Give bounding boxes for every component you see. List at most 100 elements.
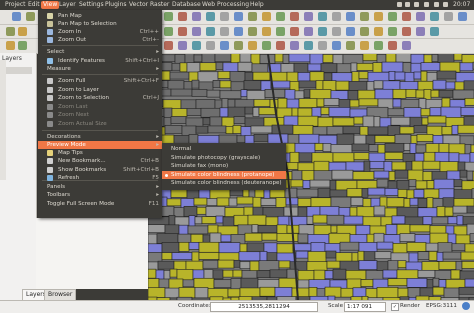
view-menu-item-show-bookmarks[interactable]: Show Bookmarks Shift+Ctrl+B [38,166,162,174]
clock[interactable]: 20:07 [453,1,470,9]
toolbar-button[interactable] [332,27,341,36]
toolbar-button[interactable] [178,41,187,50]
view-menu-item-toolbars[interactable]: Toolbars ▸ [38,191,162,199]
view-menu-item-refresh[interactable]: Refresh F5 [38,174,162,182]
toolbar-button[interactable] [234,41,243,50]
toolbar-button[interactable] [6,27,15,36]
preview-mode-option-4[interactable]: Simulate color blindness (deuteranope) [162,179,286,188]
layer-item[interactable] [2,67,32,74]
toolbar-button[interactable] [402,12,411,21]
toolbar-button[interactable] [388,12,397,21]
toolbar-button[interactable] [346,12,355,21]
menu-help[interactable]: Help [248,1,266,9]
menu-project[interactable]: Project [3,1,28,9]
toolbar-button[interactable] [164,41,173,50]
toolbar-button[interactable] [374,12,383,21]
toolbar-button[interactable] [206,27,215,36]
toolbar-button[interactable] [192,27,201,36]
view-menu-item-zoom-out[interactable]: Zoom Out Ctrl+- [38,36,162,44]
menu-processing[interactable]: Processing [215,1,251,9]
network-icon[interactable] [397,2,402,7]
toolbar-button[interactable] [220,27,229,36]
toolbar-button[interactable] [458,12,467,21]
toolbar-button[interactable] [262,41,271,50]
toolbar-button[interactable] [346,41,355,50]
toolbar-button[interactable] [304,12,313,21]
toolbar-button[interactable] [332,12,341,21]
toolbar-button[interactable] [276,12,285,21]
menu-vector[interactable]: Vector [127,1,150,9]
view-menu-item-decorations[interactable]: Decorations ▸ [38,133,162,141]
toolbar-button[interactable] [360,27,369,36]
toolbar-button[interactable] [444,12,453,21]
toolbar-button[interactable] [290,27,299,36]
toolbar-button[interactable] [248,27,257,36]
toolbar-button[interactable] [360,41,369,50]
view-menu-item-panels[interactable]: Panels ▸ [38,183,162,191]
toolbar-button[interactable] [192,12,201,21]
preview-mode-option-3[interactable]: Simulate color blindness (protanope) [162,170,286,180]
toolbar-button[interactable] [388,41,397,50]
toolbar-button[interactable] [18,27,27,36]
view-menu-item-zoom-next[interactable]: Zoom Next [38,111,162,119]
toolbar-button[interactable] [164,12,173,21]
toolbar-button[interactable] [402,41,411,50]
toolbar-button[interactable] [206,41,215,50]
messages-icon[interactable] [462,302,470,310]
menu-plugins[interactable]: Plugins [103,1,129,9]
menu-edit[interactable]: Edit [26,1,42,9]
view-menu-item-select[interactable]: Select ▸ [38,48,162,56]
toolbar-button[interactable] [374,27,383,36]
crs-label[interactable]: EPSG:3111 [426,302,457,311]
view-menu-item-zoom-in[interactable]: Zoom In Ctrl++ [38,28,162,36]
render-checkbox[interactable]: ✓ [391,303,399,311]
view-menu-item-identify-features[interactable]: Identify Features Shift+Ctrl+I [38,57,162,65]
keyboard-icon[interactable] [424,2,429,7]
layer-item[interactable] [2,77,32,84]
toolbar-button[interactable] [234,12,243,21]
view-menu-item-pan-map[interactable]: Pan Map [38,12,162,20]
toolbar-button[interactable] [248,12,257,21]
toolbar-button[interactable] [220,12,229,21]
view-menu-item-zoom-last[interactable]: Zoom Last [38,103,162,111]
toolbar-button[interactable] [318,41,327,50]
toolbar-button[interactable] [388,27,397,36]
toolbar-button[interactable] [346,27,355,36]
tab-browser[interactable]: Browser [44,289,77,300]
toolbar-button[interactable] [430,27,439,36]
menu-database[interactable]: Database [170,1,203,9]
toolbar-button[interactable] [206,12,215,21]
toolbar-button[interactable] [248,41,257,50]
view-menu-item-preview-mode[interactable]: Preview Mode ▸ [38,141,162,149]
toolbar-button[interactable] [192,41,201,50]
toolbar-button[interactable] [276,41,285,50]
view-menu-item-toggle-full-screen-mode[interactable]: Toggle Full Screen Mode F11 [38,200,162,208]
toolbar-button[interactable] [262,27,271,36]
toolbar-button[interactable] [262,12,271,21]
toolbar-button[interactable] [290,41,299,50]
menu-raster[interactable]: Raster [148,1,171,9]
toolbar-button[interactable] [304,41,313,50]
toolbar-button[interactable] [416,12,425,21]
toolbar-button[interactable] [416,27,425,36]
toolbar-button[interactable] [26,12,35,21]
bluetooth-icon[interactable] [405,2,410,7]
toolbar-button[interactable] [220,41,229,50]
toolbar-button[interactable] [304,27,313,36]
volume-icon[interactable] [434,2,439,7]
view-menu-item-map-tips[interactable]: Map Tips [38,149,162,157]
toolbar-button[interactable] [430,12,439,21]
view-menu-item-zoom-to-layer[interactable]: Zoom to Layer [38,86,162,94]
view-menu-item-zoom-to-selection[interactable]: Zoom to Selection Ctrl+J [38,94,162,102]
toolbar-button[interactable] [332,41,341,50]
toolbar-button[interactable] [178,27,187,36]
preview-mode-option-0[interactable]: Normal [162,145,286,154]
preview-mode-option-1[interactable]: Simulate photocopy (grayscale) [162,154,286,163]
mail-icon[interactable] [414,2,419,7]
toolbar-button[interactable] [276,27,285,36]
menu-layer[interactable]: Layer [57,1,78,9]
toolbar-button[interactable] [6,41,15,50]
view-menu-item-new-bookmark[interactable]: New Bookmark... Ctrl+B [38,157,162,165]
view-menu-item-pan-map-to-selection[interactable]: Pan Map to Selection [38,20,162,28]
view-menu-item-zoom-full[interactable]: Zoom Full Shift+Ctrl+F [38,77,162,85]
